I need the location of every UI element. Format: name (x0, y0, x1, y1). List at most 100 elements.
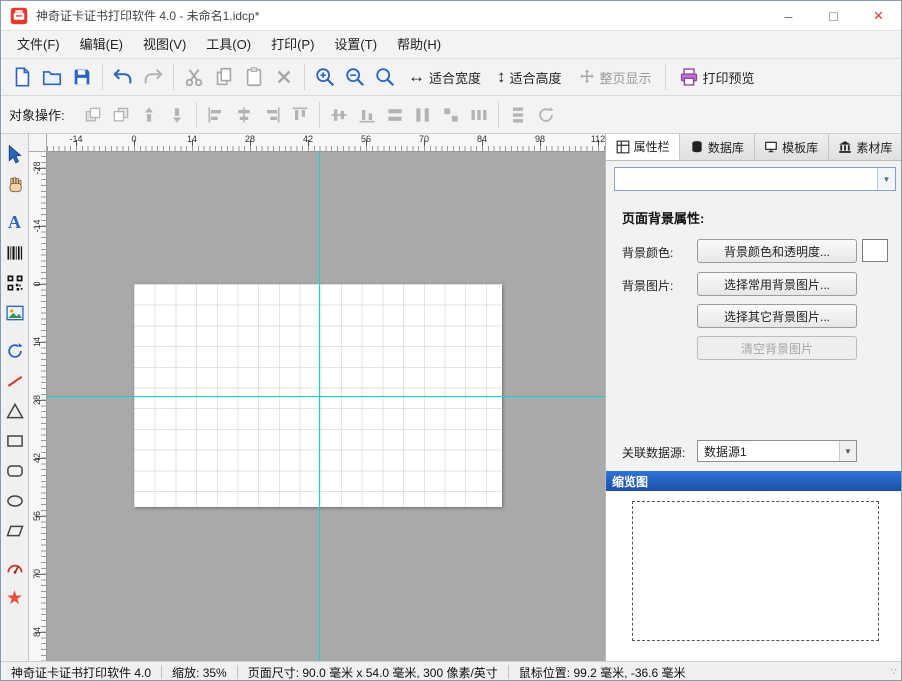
chevron-down-icon[interactable]: ▼ (839, 441, 856, 461)
zoom-in-button[interactable] (310, 62, 340, 92)
fit-width-button[interactable]: ↔ 适合宽度 (400, 62, 489, 92)
menu-view[interactable]: 视图(V) (133, 34, 196, 56)
rounded-rectangle-tool-button[interactable] (2, 458, 27, 483)
save-icon (71, 66, 93, 88)
text-tool-icon: A (8, 212, 21, 233)
distribute-horizontal-button[interactable] (466, 102, 492, 128)
bring-to-front-button[interactable] (80, 102, 106, 128)
object-select-value (615, 168, 877, 190)
align-left-button[interactable] (203, 102, 229, 128)
menu-settings[interactable]: 设置(T) (324, 34, 387, 56)
send-backward-button[interactable] (164, 102, 190, 128)
rotate-tool-button[interactable] (2, 338, 27, 363)
equal-width-button[interactable] (382, 102, 408, 128)
chevron-down-icon[interactable]: ▼ (877, 168, 895, 190)
open-file-button[interactable] (37, 62, 67, 92)
undo-button[interactable] (108, 62, 138, 92)
ruler-vertical: -28-140142842567084 (29, 152, 47, 661)
toolbar-separator (196, 102, 197, 128)
align-top-button[interactable] (287, 102, 313, 128)
barcode-tool-button[interactable] (2, 240, 27, 265)
ellipse-tool-button[interactable] (2, 488, 27, 513)
bg-color-button[interactable]: 背景颜色和透明度... (697, 239, 857, 263)
align-center-horizontal-button[interactable] (231, 102, 257, 128)
fit-page-label: 整页显示 (600, 68, 652, 87)
delete-button[interactable] (269, 62, 299, 92)
menu-print[interactable]: 打印(P) (261, 34, 324, 56)
distribute-vertical-button[interactable] (505, 102, 531, 128)
fit-height-button[interactable]: ↕ 适合高度 (489, 62, 570, 92)
select-other-bg-button[interactable]: 选择其它背景图片... (697, 304, 857, 328)
resize-grip[interactable]: ∵ (891, 667, 898, 678)
select-common-bg-button[interactable]: 选择常用背景图片... (697, 272, 857, 296)
paste-button[interactable] (239, 62, 269, 92)
rotate-object-button[interactable] (533, 102, 559, 128)
align-center-horizontal-icon (234, 105, 254, 125)
equal-height-button[interactable] (410, 102, 436, 128)
star-tool-button[interactable]: ★ (2, 586, 27, 611)
fit-page-button[interactable]: 整页显示 (570, 62, 660, 92)
copy-button[interactable] (209, 62, 239, 92)
menu-edit[interactable]: 编辑(E) (70, 34, 133, 56)
ruler-v-label: 42 (28, 449, 46, 467)
ruler-corner (29, 134, 47, 152)
print-preview-button[interactable]: 打印预览 (671, 62, 763, 92)
vertical-guide-line[interactable] (319, 152, 320, 661)
thumbnail-title: 缩览图 (612, 473, 648, 490)
datasource-select[interactable]: 数据源1 ▼ (697, 440, 857, 462)
rotate-object-icon (536, 105, 556, 125)
zoom-out-button[interactable] (340, 62, 370, 92)
image-tool-button[interactable] (2, 300, 27, 325)
datasource-label: 关联数据源: (622, 444, 685, 461)
fit-height-label: 适合高度 (510, 68, 562, 87)
align-right-button[interactable] (259, 102, 285, 128)
new-document-button[interactable] (7, 62, 37, 92)
text-tool-button[interactable]: A (2, 210, 27, 235)
tab-database[interactable]: 数据库 (680, 134, 754, 160)
ruler-h-label: 98 (535, 134, 545, 144)
align-middle-vertical-button[interactable] (326, 102, 352, 128)
tab-materials[interactable]: 素材库 (829, 134, 902, 160)
tab-templates[interactable]: 模板库 (755, 134, 829, 160)
menu-help[interactable]: 帮助(H) (387, 34, 451, 56)
qrcode-icon (5, 273, 25, 293)
ruler-v-label: 56 (28, 507, 46, 525)
thumbnail-preview[interactable] (632, 501, 879, 641)
close-button[interactable]: × (856, 1, 901, 30)
minimize-button[interactable]: – (766, 1, 811, 30)
app-window: 神奇证卡证书打印软件 4.0 - 未命名1.idcp* – □ × 文件(F) … (0, 0, 902, 681)
qrcode-tool-button[interactable] (2, 270, 27, 295)
cut-button[interactable] (179, 62, 209, 92)
gauge-tool-button[interactable] (2, 556, 27, 581)
clear-bg-button[interactable]: 清空背景图片 (697, 336, 857, 360)
ruler-h-label: 42 (303, 134, 313, 144)
save-button[interactable] (67, 62, 97, 92)
send-to-back-button[interactable] (108, 102, 134, 128)
ruler-h-label: 56 (361, 134, 371, 144)
menu-tools[interactable]: 工具(O) (196, 34, 261, 56)
object-select-combo[interactable]: ▼ (614, 167, 896, 191)
bg-color-swatch[interactable] (862, 239, 888, 262)
select-tool-button[interactable] (2, 142, 27, 167)
title-bar: 神奇证卡证书打印软件 4.0 - 未命名1.idcp* – □ × (1, 1, 901, 31)
zoom-tool-button[interactable] (370, 62, 400, 92)
line-tool-button[interactable] (2, 368, 27, 393)
parallelogram-tool-button[interactable] (2, 518, 27, 543)
toolbar-separator (102, 64, 103, 90)
star-icon: ★ (6, 589, 23, 608)
maximize-button[interactable]: □ (811, 1, 856, 30)
equal-size-button[interactable] (438, 102, 464, 128)
ellipse-icon (5, 491, 25, 511)
tab-properties[interactable]: 属性栏 (606, 134, 680, 160)
ruler-v-label: 28 (28, 391, 46, 409)
align-bottom-button[interactable] (354, 102, 380, 128)
ruler-v-label: 70 (28, 565, 46, 583)
menu-file[interactable]: 文件(F) (7, 34, 70, 56)
rectangle-tool-button[interactable] (2, 428, 27, 453)
horizontal-guide-line[interactable] (47, 396, 605, 397)
triangle-tool-button[interactable] (2, 398, 27, 423)
canvas[interactable] (47, 152, 605, 661)
bring-forward-button[interactable] (136, 102, 162, 128)
pan-tool-button[interactable] (2, 172, 27, 197)
redo-button[interactable] (138, 62, 168, 92)
